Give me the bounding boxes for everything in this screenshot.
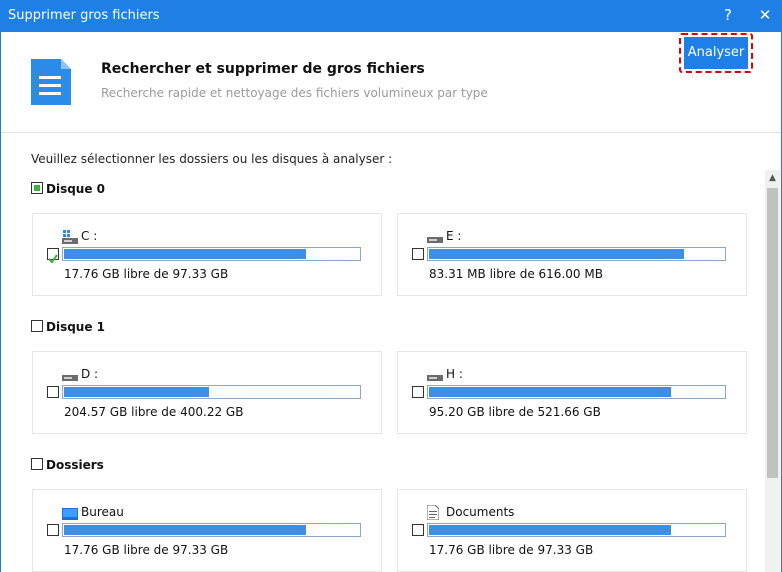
- drive-name: H :: [446, 367, 463, 381]
- free-space-text: 95.20 GB libre de 521.66 GB: [429, 405, 601, 419]
- desktop-folder-icon: [62, 505, 78, 524]
- drive-checkbox[interactable]: [412, 524, 424, 536]
- usage-bar: [62, 385, 361, 399]
- header-subtitle: Recherche rapide et nettoyage des fichie…: [101, 86, 488, 100]
- usage-bar: [62, 247, 361, 261]
- usage-bar: [427, 523, 726, 537]
- section-label: Dossiers: [46, 458, 104, 472]
- section-checkbox[interactable]: [31, 320, 43, 332]
- drive-name: C :: [81, 229, 98, 243]
- document-icon: [31, 59, 71, 105]
- drive-checkbox[interactable]: [47, 248, 59, 264]
- free-space-text: 17.76 GB libre de 97.33 GB: [64, 543, 229, 557]
- usage-bar: [427, 247, 726, 261]
- help-button[interactable]: ?: [718, 6, 738, 24]
- drive-name: Bureau: [81, 505, 124, 519]
- drive-name: Documents: [446, 505, 515, 519]
- analyze-button[interactable]: Analyser: [684, 37, 748, 69]
- header-panel: Rechercher et supprimer de gros fichiers…: [1, 32, 781, 133]
- free-space-text: 204.57 GB libre de 400.22 GB: [64, 405, 244, 419]
- selection-prompt: Veuillez sélectionner les dossiers ou le…: [31, 152, 393, 166]
- section-checkbox[interactable]: [31, 458, 43, 470]
- drive-icon: [62, 367, 78, 386]
- section-checkbox[interactable]: [31, 182, 43, 194]
- drive-checkbox[interactable]: [412, 248, 424, 260]
- window-title: Supprimer gros fichiers: [8, 8, 160, 23]
- drive-name: E :: [446, 229, 462, 243]
- drive-card: Bureau 17.76 GB libre de 97.33 GB: [32, 489, 382, 572]
- documents-folder-icon: [426, 504, 440, 524]
- drive-icon: [427, 367, 443, 386]
- usage-bar-fill: [64, 249, 306, 259]
- title-bar: Supprimer gros fichiers ? ✕: [0, 0, 782, 32]
- system-drive-icon: [62, 229, 78, 248]
- usage-bar-fill: [429, 387, 671, 397]
- drive-checkbox[interactable]: [412, 386, 424, 398]
- drive-card: Documents 17.76 GB libre de 97.33 GB: [397, 489, 747, 572]
- drive-card: C : 17.76 GB libre de 97.33 GB: [32, 213, 382, 296]
- drive-icon: [427, 229, 443, 248]
- checkmark-icon: [48, 254, 58, 264]
- free-space-text: 17.76 GB libre de 97.33 GB: [64, 267, 229, 281]
- usage-bar: [62, 523, 361, 537]
- drive-card: E : 83.31 MB libre de 616.00 MB: [397, 213, 747, 296]
- drive-card: D : 204.57 GB libre de 400.22 GB: [32, 351, 382, 434]
- usage-bar-fill: [64, 387, 209, 397]
- vertical-scrollbar[interactable]: ▲: [765, 170, 780, 572]
- drive-checkbox[interactable]: [47, 524, 59, 536]
- free-space-text: 17.76 GB libre de 97.33 GB: [429, 543, 594, 557]
- usage-bar-fill: [429, 249, 684, 259]
- scroll-up-arrow-icon[interactable]: ▲: [765, 170, 780, 187]
- usage-bar: [427, 385, 726, 399]
- drive-name: D :: [81, 367, 99, 381]
- usage-bar-fill: [64, 525, 306, 535]
- drive-checkbox[interactable]: [47, 386, 59, 398]
- free-space-text: 83.31 MB libre de 616.00 MB: [429, 267, 603, 281]
- header-title: Rechercher et supprimer de gros fichiers: [101, 61, 425, 77]
- section-label: Disque 0: [46, 182, 106, 196]
- close-button[interactable]: ✕: [755, 6, 775, 24]
- section-label: Disque 1: [46, 320, 106, 334]
- usage-bar-fill: [429, 525, 671, 535]
- scroll-thumb[interactable]: [767, 188, 778, 478]
- drive-card: H : 95.20 GB libre de 521.66 GB: [397, 351, 747, 434]
